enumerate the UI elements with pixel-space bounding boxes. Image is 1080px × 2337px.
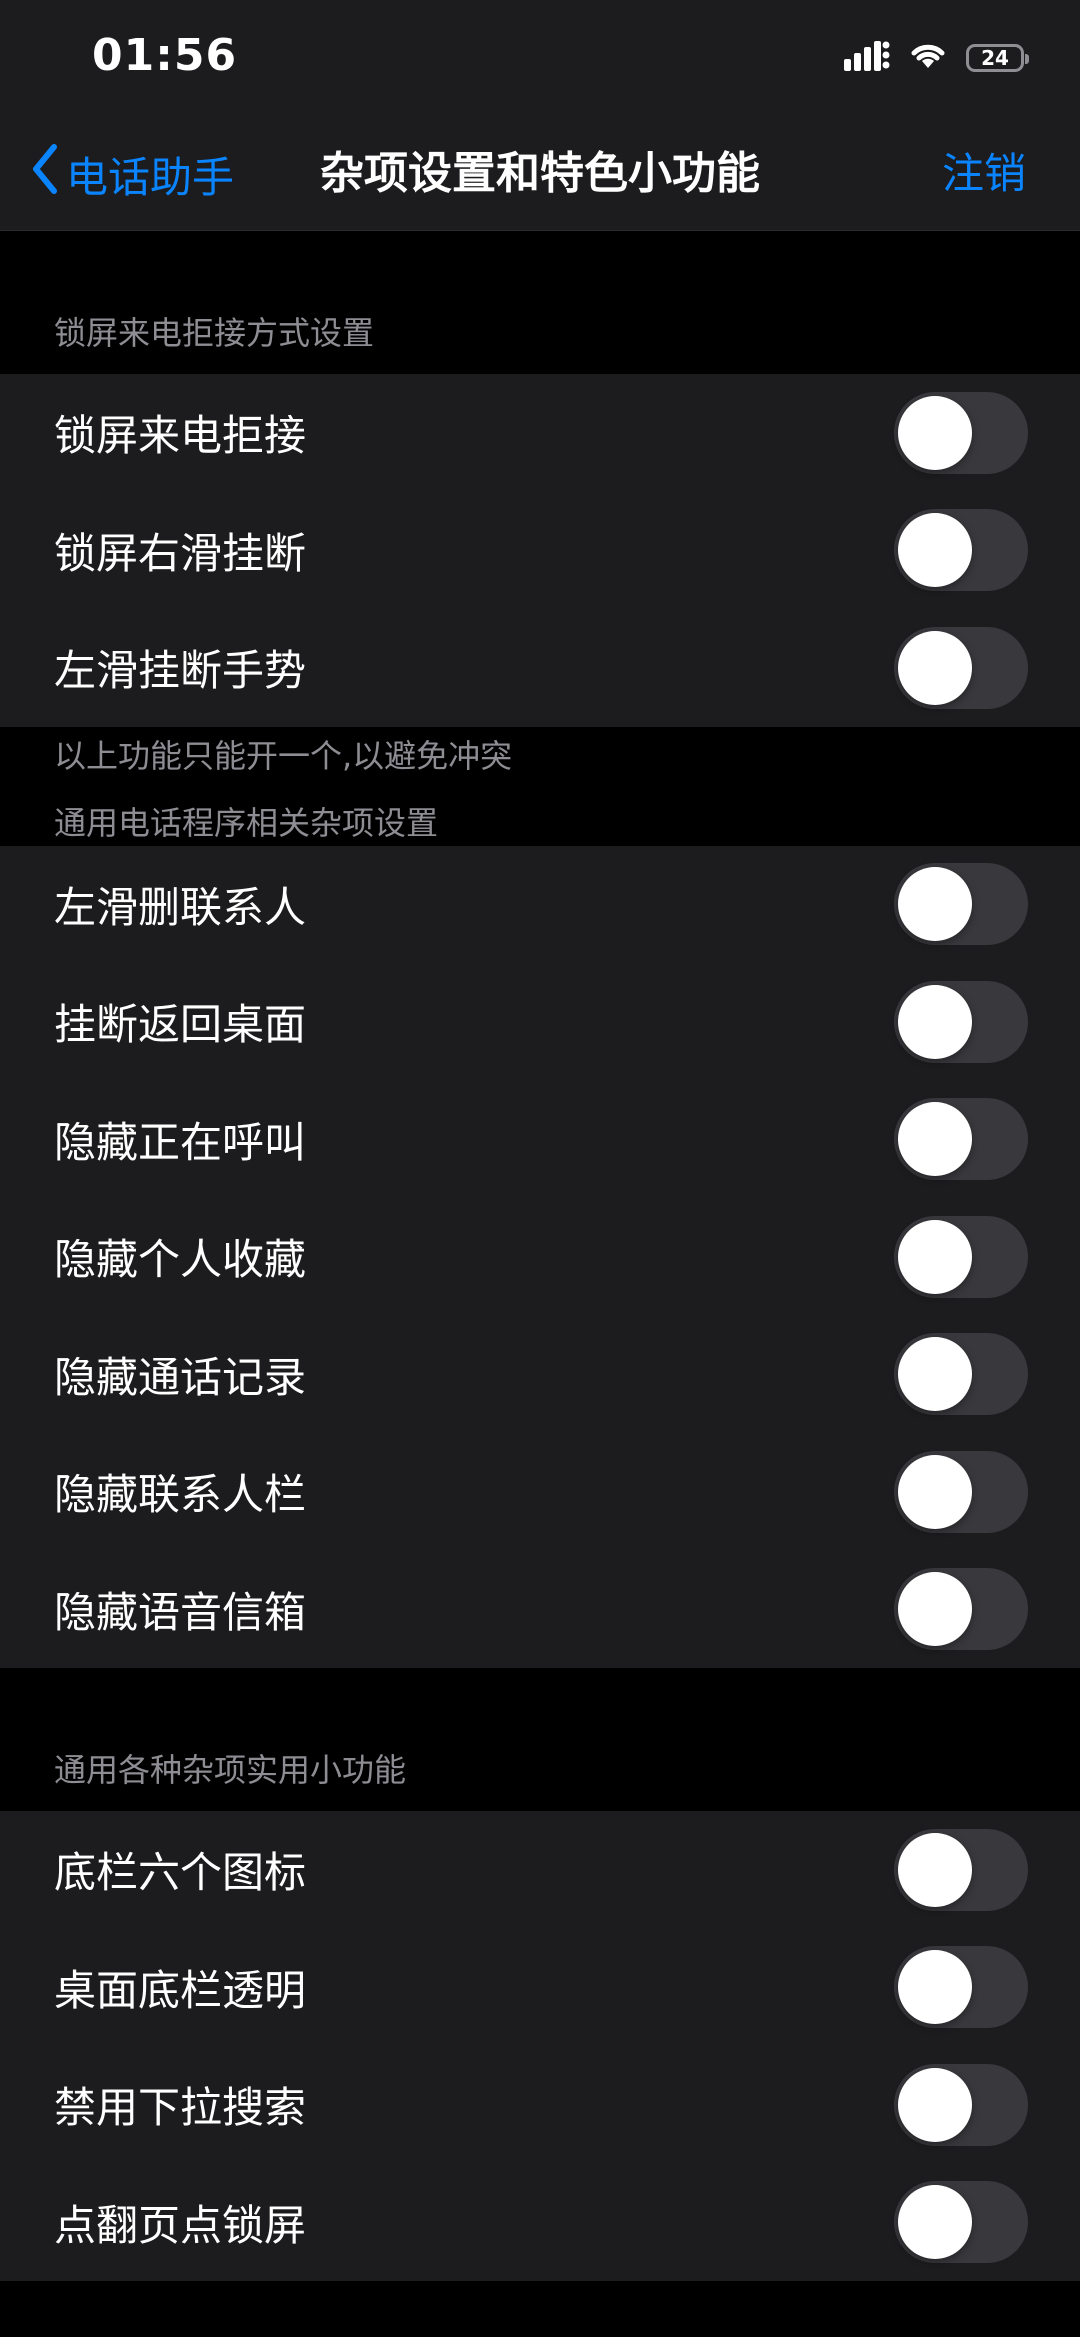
settings-row: 隐藏通话记录 — [0, 1316, 1080, 1434]
back-button-label: 电话助手 — [66, 152, 235, 202]
toggle-switch[interactable] — [894, 1450, 1028, 1533]
row-label: 左滑挂断手势 — [54, 646, 307, 696]
toggle-switch[interactable] — [894, 1828, 1028, 1911]
toggle-switch[interactable] — [894, 1098, 1028, 1181]
toggle-knob — [898, 513, 972, 588]
toggle-knob — [898, 2185, 972, 2260]
status-time: 01:56 — [92, 30, 238, 81]
row-label: 隐藏联系人栏 — [54, 1470, 307, 1520]
toggle-switch[interactable] — [894, 1568, 1028, 1651]
toggle-switch[interactable] — [894, 1333, 1028, 1416]
toggle-knob — [898, 1219, 972, 1294]
battery-icon: 24 — [966, 44, 1029, 72]
row-label: 禁用下拉搜索 — [54, 2083, 307, 2133]
settings-row: 锁屏来电拒接 — [0, 374, 1080, 492]
toggle-knob — [898, 2067, 972, 2142]
row-label: 挂断返回桌面 — [54, 1000, 307, 1050]
row-label: 锁屏右滑挂断 — [54, 528, 307, 578]
toggle-knob — [898, 1102, 972, 1177]
section-footer-lock-screen: 以上功能只能开一个,以避免冲突 — [54, 736, 513, 775]
toggle-knob — [898, 1337, 972, 1412]
settings-row: 底栏六个图标 — [0, 1811, 1080, 1929]
status-bar: 01:56 24 — [0, 0, 1080, 120]
settings-row: 左滑挂断手势 — [0, 609, 1080, 727]
toggle-knob — [898, 1572, 972, 1647]
row-label: 隐藏正在呼叫 — [54, 1117, 307, 1167]
row-label: 锁屏来电拒接 — [54, 411, 307, 461]
toggle-knob — [898, 630, 972, 705]
toggle-switch[interactable] — [894, 509, 1028, 592]
cellular-signal-icon — [844, 41, 890, 75]
row-label: 隐藏个人收藏 — [54, 1235, 307, 1285]
row-label: 点翻页点锁屏 — [54, 2200, 307, 2250]
chevron-left-icon — [30, 143, 66, 205]
toggle-knob — [898, 984, 972, 1059]
logout-button[interactable]: 注销 — [942, 142, 1026, 206]
group-phone-app: 左滑删联系人 挂断返回桌面 隐藏正在呼叫 隐藏个人收藏 隐藏通话记录 隐藏联系人… — [0, 845, 1080, 1669]
settings-row: 禁用下拉搜索 — [0, 2046, 1080, 2164]
toggle-knob — [898, 1454, 972, 1529]
row-label: 底栏六个图标 — [54, 1848, 307, 1898]
group-utilities: 底栏六个图标 桌面底栏透明 禁用下拉搜索 点翻页点锁屏 — [0, 1811, 1080, 2281]
battery-level: 24 — [981, 46, 1009, 70]
toggle-switch[interactable] — [894, 2063, 1028, 2146]
settings-row: 隐藏联系人栏 — [0, 1433, 1080, 1551]
settings-row: 点翻页点锁屏 — [0, 2164, 1080, 2282]
toggle-switch[interactable] — [894, 1215, 1028, 1298]
settings-row: 锁屏右滑挂断 — [0, 492, 1080, 610]
row-label: 隐藏语音信箱 — [54, 1587, 307, 1637]
toggle-knob — [898, 867, 972, 942]
settings-row: 隐藏正在呼叫 — [0, 1081, 1080, 1199]
toggle-knob — [898, 1832, 972, 1907]
toggle-switch[interactable] — [894, 980, 1028, 1063]
section-header-phone-app: 通用电话程序相关杂项设置 — [54, 803, 439, 842]
settings-content: 锁屏来电拒接方式设置 锁屏来电拒接 锁屏右滑挂断 左滑挂断手势 以上功能只能开一… — [0, 231, 1080, 2281]
toggle-knob — [898, 1950, 972, 2025]
toggle-switch[interactable] — [894, 391, 1028, 474]
toggle-switch[interactable] — [894, 863, 1028, 946]
group-lock-screen: 锁屏来电拒接 锁屏右滑挂断 左滑挂断手势 — [0, 374, 1080, 727]
toggle-switch[interactable] — [894, 626, 1028, 709]
status-icons: 24 — [844, 38, 1029, 78]
row-label: 桌面底栏透明 — [54, 1965, 307, 2015]
toggle-switch[interactable] — [894, 2181, 1028, 2264]
wifi-icon — [908, 41, 948, 75]
section-header-lock-screen: 锁屏来电拒接方式设置 — [54, 314, 375, 352]
row-label: 左滑删联系人 — [54, 882, 307, 932]
toggle-switch[interactable] — [894, 1946, 1028, 2029]
back-button[interactable]: 电话助手 — [30, 142, 234, 206]
navigation-bar: 电话助手 杂项设置和特色小功能 注销 — [0, 120, 1080, 231]
settings-row: 挂断返回桌面 — [0, 963, 1080, 1081]
settings-row: 隐藏个人收藏 — [0, 1198, 1080, 1316]
settings-row: 隐藏语音信箱 — [0, 1551, 1080, 1669]
row-label: 隐藏通话记录 — [54, 1352, 307, 1402]
settings-row: 左滑删联系人 — [0, 846, 1080, 964]
settings-row: 桌面底栏透明 — [0, 1929, 1080, 2047]
toggle-knob — [898, 395, 972, 470]
section-header-utilities: 通用各种杂项实用小功能 — [54, 1751, 407, 1789]
